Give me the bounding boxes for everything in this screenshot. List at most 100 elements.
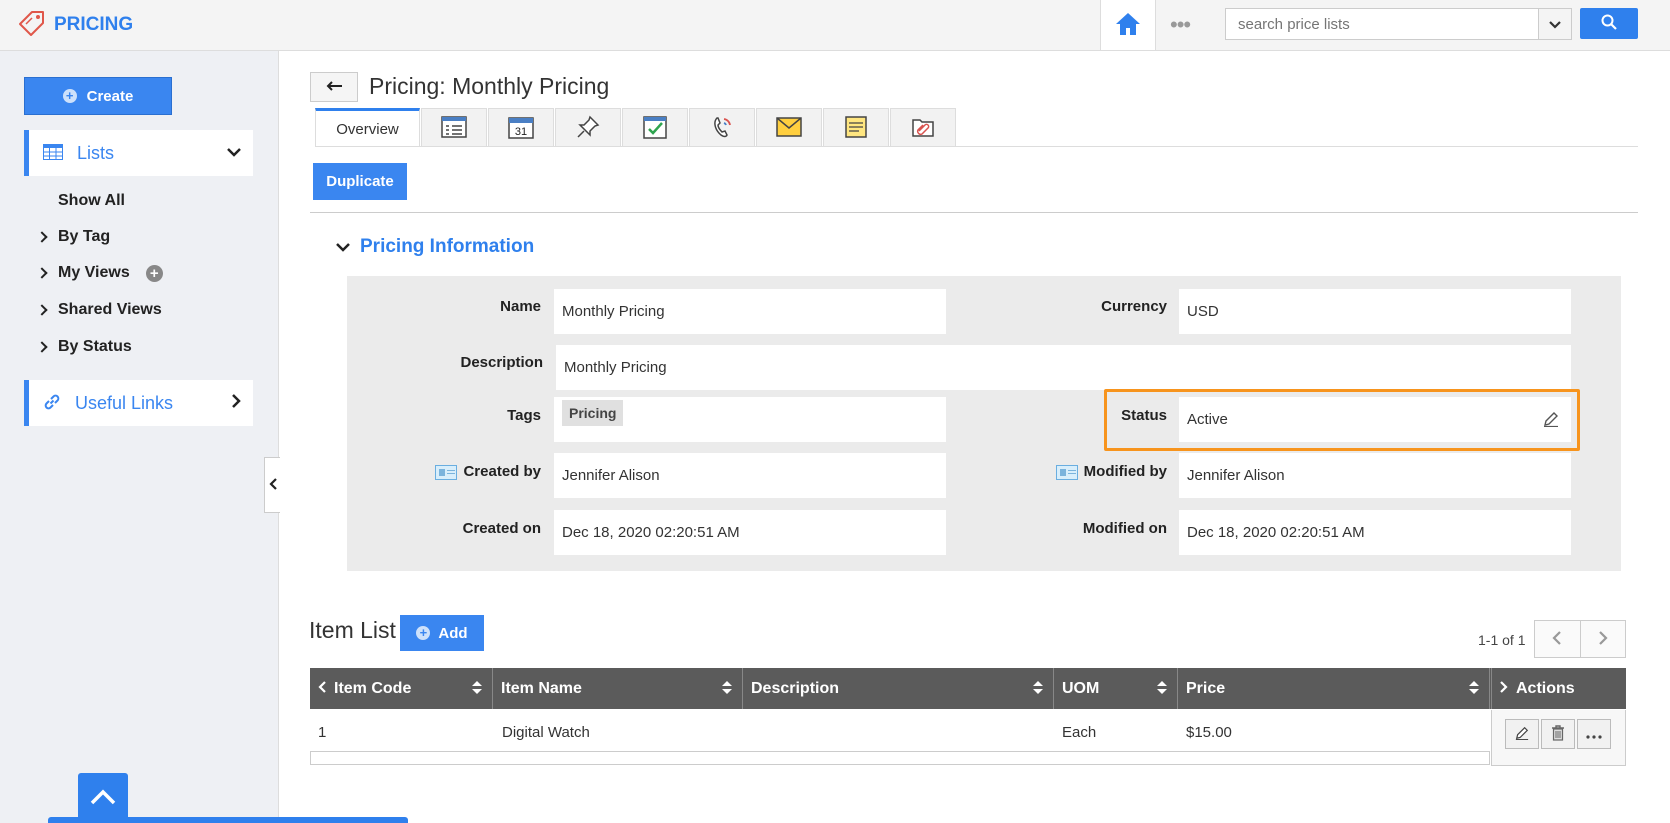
column-label: Item Name: [501, 679, 582, 697]
tab-calls[interactable]: [689, 108, 755, 147]
column-label: Description: [751, 679, 840, 697]
chevron-right-icon: [231, 394, 241, 411]
created-by-label: Created by: [400, 463, 541, 480]
app-logo[interactable]: PRICING: [18, 9, 133, 40]
tab-email[interactable]: [756, 108, 822, 147]
sidebar-item-label: By Status: [58, 338, 132, 355]
sort-icon: [722, 681, 732, 695]
column-header-uom[interactable]: UOM: [1054, 668, 1178, 709]
search-box: [1225, 8, 1572, 40]
tab-overview[interactable]: Overview: [315, 108, 420, 147]
modified-on-label: Modified on: [1082, 520, 1167, 537]
chevron-right-icon: [36, 267, 48, 279]
column-label: UOM: [1062, 679, 1100, 697]
scroll-to-top-button[interactable]: [78, 773, 128, 823]
cell-price: $15.00: [1186, 724, 1232, 741]
create-button[interactable]: + Create: [24, 77, 172, 115]
column-header-actions[interactable]: Actions: [1491, 668, 1626, 709]
add-view-icon[interactable]: +: [145, 264, 163, 282]
back-button[interactable]: [310, 72, 358, 102]
description-field[interactable]: Monthly Pricing: [556, 345, 1571, 390]
modified-by-label: Modified by: [1000, 463, 1167, 480]
collapse-sidebar-button[interactable]: [264, 457, 280, 513]
tab-attachments[interactable]: [890, 108, 956, 147]
modified-by-field[interactable]: Jennifer Alison: [1179, 453, 1571, 498]
cell-item-code: 1: [318, 724, 327, 741]
chevron-up-icon: [90, 789, 116, 808]
modified-by-label-text: Modified by: [1083, 463, 1167, 480]
home-icon: [1114, 11, 1142, 40]
delete-row-button[interactable]: [1541, 719, 1575, 749]
column-header-description[interactable]: Description: [743, 668, 1054, 709]
sidebar-item-by-tag[interactable]: By Tag: [36, 228, 110, 246]
column-header-item-name[interactable]: Item Name: [493, 668, 743, 709]
previous-page-button[interactable]: [1535, 621, 1581, 657]
email-icon: [776, 116, 802, 140]
sort-icon: [1157, 681, 1167, 695]
more-row-actions-button[interactable]: [1577, 719, 1611, 749]
sidebar-useful-links-label: Useful Links: [75, 392, 174, 413]
next-page-button[interactable]: [1581, 621, 1626, 657]
create-label: Create: [86, 87, 134, 105]
tab-tasks[interactable]: [622, 108, 688, 147]
pager: [1534, 620, 1626, 658]
add-item-button[interactable]: + Add: [400, 615, 484, 651]
search-dropdown-button[interactable]: [1538, 9, 1571, 39]
sort-icon: [1469, 681, 1479, 695]
currency-field[interactable]: USD: [1179, 289, 1571, 334]
chevron-right-icon: [36, 304, 48, 316]
calendar-icon: 31: [508, 115, 534, 142]
chevron-down-icon: [227, 144, 241, 160]
sidebar-useful-links-panel[interactable]: Useful Links: [24, 380, 253, 426]
app-title: PRICING: [54, 13, 134, 35]
tags-field[interactable]: Pricing: [554, 397, 946, 442]
attachment-icon: [911, 115, 935, 142]
more-options-button[interactable]: •••: [1170, 12, 1191, 38]
tab-pin[interactable]: [555, 108, 621, 147]
add-label: Add: [438, 624, 468, 642]
table-row[interactable]: 1 Digital Watch Each $15.00: [310, 710, 1490, 752]
link-icon: [43, 393, 61, 414]
sidebar-item-by-status[interactable]: By Status: [36, 338, 132, 356]
sidebar: + Create Lists Show All By Tag My Views …: [0, 51, 279, 823]
column-label: Actions: [1516, 679, 1575, 697]
status-highlight-frame: [1104, 389, 1580, 451]
sidebar-lists-panel[interactable]: Lists: [24, 130, 253, 176]
chevron-left-icon: [268, 477, 277, 493]
search-input[interactable]: [1226, 9, 1536, 39]
pricing-information-toggle[interactable]: Pricing Information: [336, 236, 534, 258]
sidebar-item-my-views[interactable]: My Views +: [36, 264, 163, 282]
sidebar-item-show-all[interactable]: Show All: [58, 192, 125, 210]
sort-icon: [1033, 681, 1043, 695]
tag-chip[interactable]: Pricing: [562, 399, 624, 426]
name-field[interactable]: Monthly Pricing: [554, 289, 946, 334]
tab-details[interactable]: [421, 108, 487, 147]
edit-row-button[interactable]: [1505, 719, 1539, 749]
cell-uom: Each: [1062, 724, 1097, 741]
sidebar-item-shared-views[interactable]: Shared Views: [36, 301, 162, 319]
pin-icon: [576, 115, 600, 142]
created-by-field[interactable]: Jennifer Alison: [554, 453, 946, 498]
sidebar-lists-label: Lists: [77, 142, 115, 163]
table-scroll-area: [310, 752, 1490, 765]
tab-notes[interactable]: [823, 108, 889, 147]
duplicate-button[interactable]: Duplicate: [313, 163, 407, 200]
chevron-down-icon: [1549, 16, 1561, 32]
task-check-icon: [643, 115, 667, 142]
column-label: Item Code: [334, 679, 412, 697]
plus-circle-icon: +: [416, 626, 431, 640]
call-icon: [710, 115, 734, 142]
row-actions: [1491, 710, 1626, 766]
tab-calendar[interactable]: 31: [488, 108, 554, 147]
chevron-left-icon[interactable]: [318, 680, 326, 698]
back-arrow-icon: [325, 79, 343, 95]
column-header-item-code[interactable]: Item Code: [310, 668, 493, 709]
sort-icon: [472, 681, 482, 695]
home-button[interactable]: [1100, 0, 1156, 50]
page-title: Pricing: Monthly Pricing: [369, 73, 610, 99]
column-header-price[interactable]: Price: [1178, 668, 1490, 709]
pencil-edit-icon: [1515, 726, 1529, 743]
modified-on-field: Dec 18, 2020 02:20:51 AM: [1179, 510, 1571, 555]
search-button[interactable]: [1580, 8, 1638, 39]
price-tag-icon: [18, 9, 46, 40]
